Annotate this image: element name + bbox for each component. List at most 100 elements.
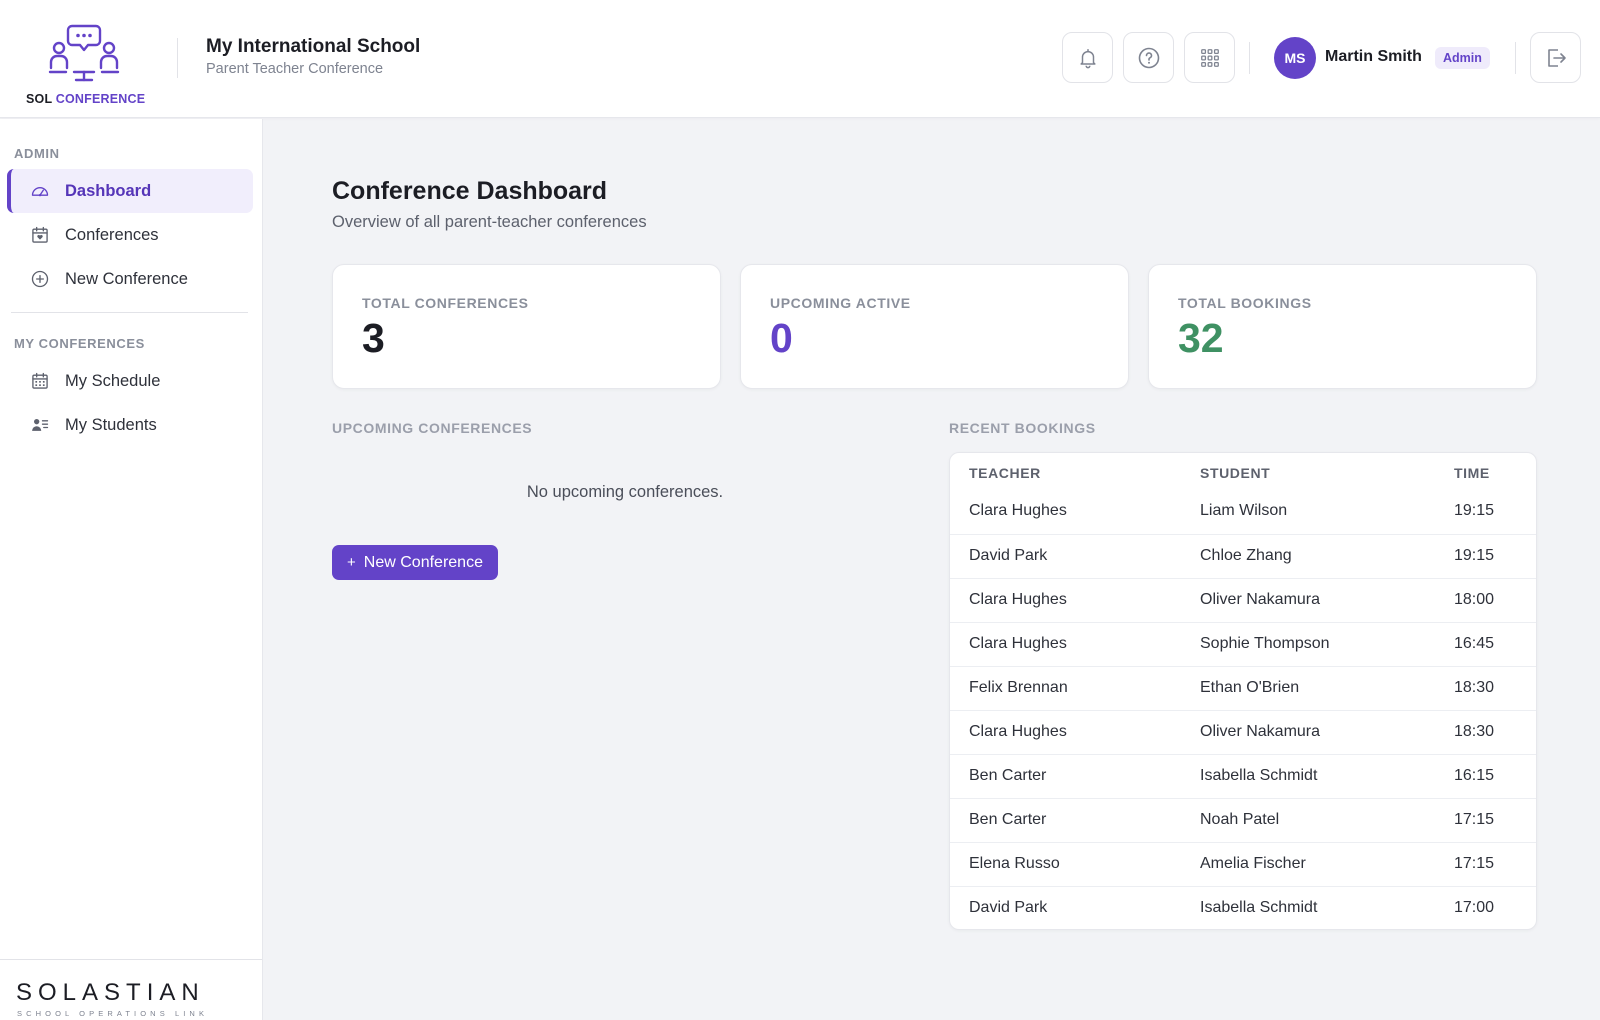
sidebar-item-label: New Conference	[65, 269, 188, 288]
school-subtitle: Parent Teacher Conference	[206, 61, 384, 77]
page-title: Conference Dashboard	[332, 177, 608, 205]
time-cell: 17:00	[1454, 899, 1495, 916]
gauge-icon	[29, 180, 51, 202]
student-cell: Ethan O'Brien	[1200, 679, 1300, 696]
table-row[interactable]: Clara Hughes Oliver Nakamura 18:00	[950, 578, 1536, 622]
header-separator	[1515, 42, 1516, 74]
school-name: My International School	[206, 36, 421, 57]
notifications-button[interactable]	[1062, 32, 1113, 83]
stat-card-total-conferences: TOTAL CONFERENCES 3	[332, 264, 721, 389]
time-cell: 16:15	[1454, 767, 1495, 784]
apps-button[interactable]	[1184, 32, 1235, 83]
student-cell: Amelia Fischer	[1200, 855, 1306, 872]
table-row[interactable]: Elena Russo Amelia Fischer 17:15	[950, 842, 1536, 886]
teacher-cell: Clara Hughes	[969, 591, 1067, 608]
plus-icon: +	[347, 554, 356, 571]
solastian-brand: SOLASTIAN SCHOOL OPERATIONS LINK	[16, 979, 208, 1018]
stat-value: 0	[770, 315, 793, 361]
users-list-icon	[29, 414, 51, 436]
table-row[interactable]: Ben Carter Isabella Schmidt 16:15	[950, 754, 1536, 798]
sidebar-item-my-schedule[interactable]: My Schedule	[7, 359, 253, 403]
bell-icon	[1079, 48, 1096, 68]
sidebar-item-my-students[interactable]: My Students	[7, 403, 253, 447]
stat-label: UPCOMING ACTIVE	[770, 295, 911, 311]
sidebar-item-new-conference[interactable]: New Conference	[7, 257, 253, 301]
upcoming-conferences-title: UPCOMING CONFERENCES	[332, 420, 533, 436]
time-cell: 18:30	[1454, 723, 1495, 740]
teacher-cell: David Park	[969, 899, 1048, 916]
stat-label: TOTAL BOOKINGS	[1178, 295, 1312, 311]
teacher-cell: David Park	[969, 547, 1048, 564]
time-cell: 16:45	[1454, 635, 1495, 652]
sidebar-section-my-conferences: MY CONFERENCES	[14, 336, 145, 351]
header-separator	[1249, 42, 1250, 74]
stat-value: 32	[1178, 315, 1224, 361]
stat-card-total-bookings: TOTAL BOOKINGS 32	[1148, 264, 1537, 389]
recent-bookings-title: RECENT BOOKINGS	[949, 420, 1096, 436]
sidebar-item-label: My Students	[65, 415, 157, 434]
sidebar-footer-divider	[0, 959, 262, 960]
recent-bookings-table: TEACHER STUDENT TIME Clara Hughes Liam Wi…	[949, 452, 1537, 930]
teacher-cell: Felix Brennan	[969, 679, 1068, 696]
student-cell: Chloe Zhang	[1200, 547, 1292, 564]
role-badge: Admin	[1435, 47, 1490, 69]
help-icon	[1138, 47, 1159, 68]
apps-grid-icon	[1200, 48, 1219, 67]
student-cell: Isabella Schmidt	[1200, 899, 1318, 916]
new-conference-button[interactable]: + New Conference	[332, 545, 498, 580]
student-cell: Sophie Thompson	[1200, 635, 1330, 652]
student-cell: Liam Wilson	[1200, 502, 1288, 519]
teacher-cell: Clara Hughes	[969, 723, 1067, 740]
top-header: SOL CONFERENCE My International School P…	[0, 0, 1600, 118]
student-cell: Oliver Nakamura	[1200, 723, 1321, 740]
table-row[interactable]: Clara Hughes Sophie Thompson 16:45	[950, 622, 1536, 666]
brand-name: SOLASTIAN	[16, 979, 205, 1006]
logout-icon	[1547, 48, 1566, 67]
table-row[interactable]: David Park Isabella Schmidt 17:00	[950, 886, 1536, 929]
stat-card-upcoming-active: UPCOMING ACTIVE 0	[740, 264, 1129, 389]
calendar-grid-icon	[29, 370, 51, 392]
column-header-student: STUDENT	[1200, 465, 1271, 481]
time-cell: 17:15	[1454, 811, 1495, 828]
empty-state-message: No upcoming conferences.	[526, 483, 724, 501]
sidebar-item-conferences[interactable]: Conferences	[7, 213, 253, 257]
teacher-cell: Clara Hughes	[969, 635, 1067, 652]
sidebar-item-dashboard[interactable]: Dashboard	[7, 169, 253, 213]
time-cell: 18:00	[1454, 591, 1495, 608]
logout-button[interactable]	[1530, 32, 1581, 83]
time-cell: 19:15	[1454, 547, 1495, 564]
sidebar-divider	[11, 312, 248, 313]
calendar-heart-icon	[29, 224, 51, 246]
page-subtitle: Overview of all parent-teacher conferenc…	[332, 213, 647, 231]
header-divider	[177, 38, 178, 78]
sidebar: ADMIN Dashboard Conferences New Conferen…	[0, 119, 263, 1020]
column-header-time: TIME	[1454, 465, 1490, 481]
stat-label: TOTAL CONFERENCES	[362, 295, 529, 311]
help-button[interactable]	[1123, 32, 1174, 83]
table-row[interactable]: Clara Hughes Liam Wilson 19:15	[950, 490, 1536, 534]
student-cell: Isabella Schmidt	[1200, 767, 1318, 784]
sidebar-item-label: Dashboard	[65, 181, 152, 200]
table-row[interactable]: Ben Carter Noah Patel 17:15	[950, 798, 1536, 842]
table-row[interactable]: Clara Hughes Oliver Nakamura 18:30	[950, 710, 1536, 754]
student-cell: Noah Patel	[1200, 811, 1280, 828]
plus-circle-icon	[29, 268, 51, 290]
table-row[interactable]: Felix Brennan Ethan O'Brien 18:30	[950, 666, 1536, 710]
logo-sol-text: SOL	[26, 92, 53, 106]
teacher-cell: Elena Russo	[969, 855, 1060, 872]
sidebar-section-admin: ADMIN	[14, 146, 60, 161]
teacher-cell: Clara Hughes	[969, 502, 1067, 519]
user-avatar[interactable]: MS	[1274, 37, 1316, 79]
student-cell: Oliver Nakamura	[1200, 591, 1321, 608]
teacher-cell: Ben Carter	[969, 811, 1047, 828]
sol-conference-logo[interactable]: SOL CONFERENCE	[24, 22, 146, 108]
user-name[interactable]: Martin Smith	[1325, 48, 1422, 66]
time-cell: 18:30	[1454, 679, 1495, 696]
teacher-cell: Ben Carter	[969, 767, 1047, 784]
logo-conference-text: CONFERENCE	[55, 92, 146, 106]
sidebar-item-label: My Schedule	[65, 371, 161, 390]
new-conference-button-label: New Conference	[363, 553, 483, 571]
brand-tagline: SCHOOL OPERATIONS LINK	[17, 1009, 209, 1018]
table-row[interactable]: David Park Chloe Zhang 19:15	[950, 534, 1536, 578]
stat-value: 3	[362, 315, 385, 361]
